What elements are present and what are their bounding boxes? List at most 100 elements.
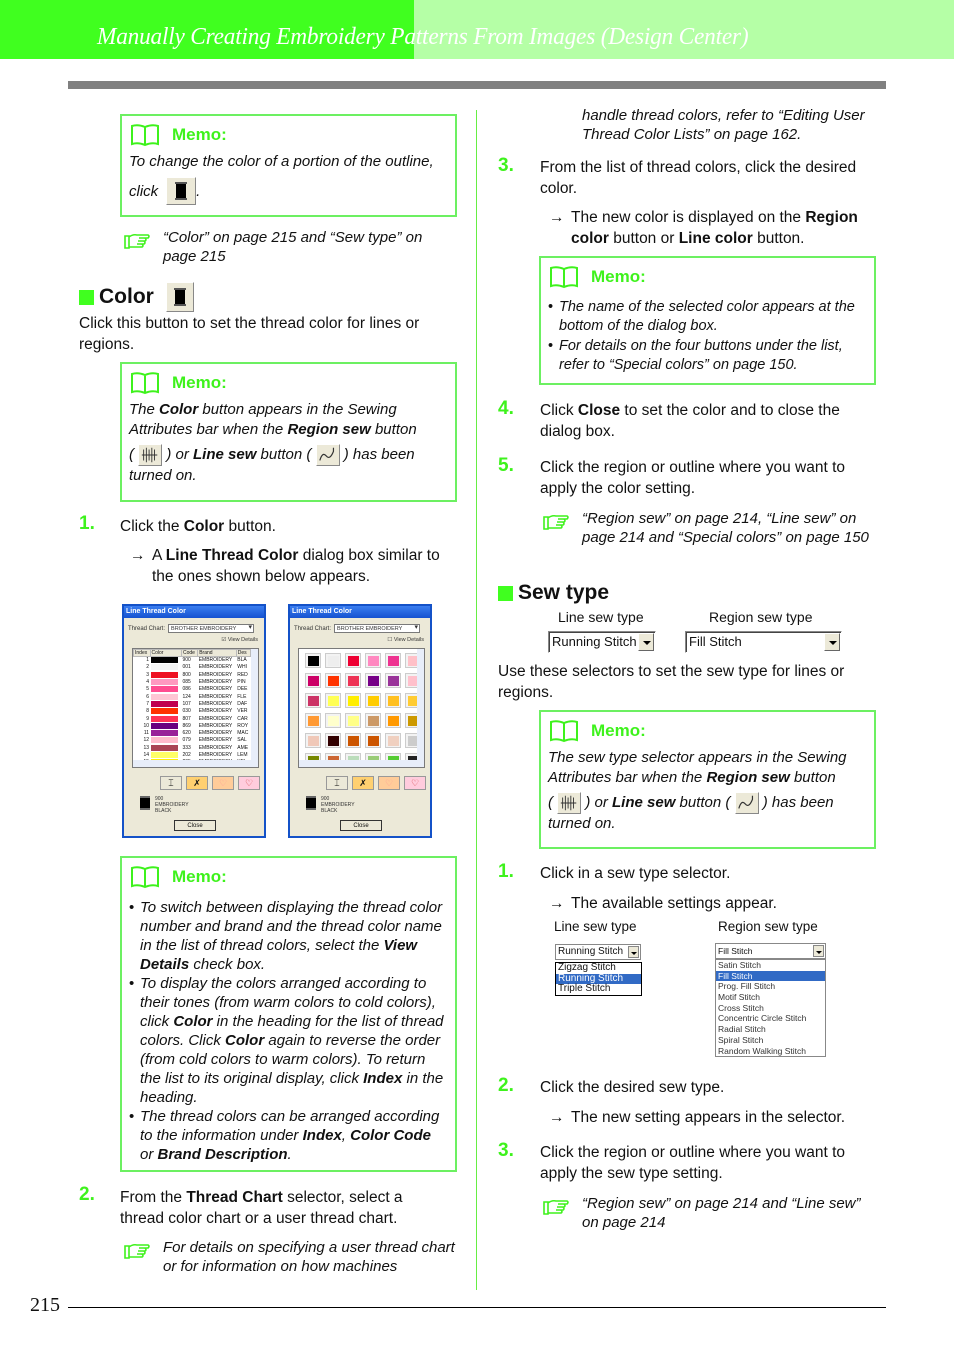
- option-item[interactable]: Concentric Circle Stitch: [716, 1013, 825, 1024]
- option-item[interactable]: Cross Stitch: [716, 1003, 825, 1014]
- view-details-checkbox[interactable]: ☐ View Details: [387, 637, 424, 643]
- region-sew-type-options[interactable]: Satin Stitch Fill Stitch Prog. Fill Stitch…: [715, 959, 826, 1058]
- special-color-button-1[interactable]: ⌶: [326, 776, 348, 790]
- color-swatch: [151, 700, 179, 707]
- column-header-brand[interactable]: Brand: [197, 649, 237, 657]
- color-swatch-cell[interactable]: [385, 653, 401, 668]
- color-swatch-cell[interactable]: [345, 673, 361, 688]
- option-item[interactable]: Fill Stitch: [716, 970, 825, 982]
- option-item[interactable]: Zigzag Stitch: [556, 962, 641, 974]
- color-swatch-cell[interactable]: [325, 713, 341, 728]
- thread-color-row[interactable]: 8 030 EMBROIDERY VER: [134, 708, 251, 715]
- thread-color-row[interactable]: 9 807 EMBROIDERY CAR: [134, 715, 251, 722]
- color-swatch-cell[interactable]: [365, 733, 381, 748]
- column-header-des[interactable]: Des: [235, 649, 252, 657]
- thread-color-row[interactable]: 6 124 EMBROIDERY FLE: [134, 693, 251, 700]
- thread-color-row[interactable]: 3 800 EMBROIDERY RED: [134, 671, 251, 678]
- option-item[interactable]: Motif Stitch: [716, 992, 825, 1003]
- line-sew-type-select[interactable]: Running Stitch: [548, 631, 656, 653]
- thread-color-row[interactable]: 13 333 EMBROIDERY AME: [134, 744, 251, 751]
- pointing-hand-icon: [543, 1199, 569, 1215]
- close-button[interactable]: Close: [174, 820, 216, 831]
- color-swatch-cell[interactable]: [365, 693, 381, 708]
- region-sew-type-select-open[interactable]: Fill Stitch: [715, 943, 826, 959]
- line-sew-type-select-open[interactable]: Running Stitch: [555, 944, 641, 960]
- spool-swatch: [387, 695, 399, 706]
- color-swatch-cell[interactable]: [365, 653, 381, 668]
- line-sew-type-label: Line sew type: [554, 919, 637, 934]
- thread-color-row[interactable]: 12 079 EMBROIDERY SAL: [134, 737, 251, 744]
- thread-color-row[interactable]: 4 085 EMBROIDERY PIN: [134, 678, 251, 686]
- color-swatch-cell[interactable]: [385, 673, 401, 688]
- color-swatch-cell[interactable]: [345, 653, 361, 668]
- thread-color-grid[interactable]: [298, 648, 425, 768]
- special-color-button-4[interactable]: ♡: [404, 776, 426, 790]
- view-details-checkbox[interactable]: ☑ View Details: [221, 637, 258, 643]
- color-swatch-cell[interactable]: [345, 713, 361, 728]
- reference-note: “Region sew” on page 214, “Line sew” on …: [543, 510, 877, 547]
- option-item[interactable]: Prog. Fill Stitch: [716, 981, 825, 992]
- color-swatch-cell[interactable]: [345, 693, 361, 708]
- line-sew-type-options[interactable]: Zigzag Stitch Running Stitch Triple Stitch: [555, 962, 642, 996]
- thread-color-row[interactable]: 2 001 EMBROIDERY WHI: [134, 664, 251, 671]
- vertical-scrollbar[interactable]: [417, 649, 424, 761]
- spool-swatch: [347, 695, 359, 706]
- option-item[interactable]: Spiral Stitch: [716, 1035, 825, 1046]
- color-swatch-cell[interactable]: [325, 733, 341, 748]
- option-item[interactable]: Radial Stitch: [716, 1024, 825, 1035]
- chapter-title: Manually Creating Embroidery Patterns Fr…: [97, 24, 749, 50]
- special-color-button-3[interactable]: ♡: [378, 776, 400, 790]
- color-swatch-cell[interactable]: [365, 673, 381, 688]
- spool-swatch: [387, 655, 399, 666]
- color-swatch-cell[interactable]: [345, 733, 361, 748]
- thread-color-row[interactable]: 5 086 EMBROIDERY DEE: [134, 686, 251, 693]
- color-swatch: [151, 715, 179, 722]
- thread-color-row[interactable]: 1 900 EMBROIDERY BLA: [134, 657, 251, 664]
- column-header-code[interactable]: Code: [180, 649, 199, 657]
- region-sew-type-label: Region sew type: [709, 609, 813, 625]
- step-number: 5.: [498, 455, 514, 476]
- special-color-button-2[interactable]: ✗: [186, 776, 208, 790]
- color-swatch-cell[interactable]: [325, 653, 341, 668]
- thread-color-list[interactable]: Index Color Code Brand Des 1 900 EMBROIDERY BLA…: [132, 648, 259, 768]
- thread-color-row[interactable]: 7 107 EMBROIDERY DAF: [134, 700, 251, 707]
- color-swatch-cell[interactable]: [305, 713, 321, 728]
- sew-step-2-text: Click the desired sew type.: [540, 1079, 725, 1096]
- spool-swatch: [347, 715, 359, 726]
- thread-chart-select[interactable]: BROTHER EMBROIDERY: [168, 624, 255, 633]
- memo-bullet: To display the colors arranged according…: [129, 974, 447, 1107]
- column-header-index[interactable]: Index: [133, 649, 151, 657]
- color-swatch-cell[interactable]: [305, 733, 321, 748]
- header-rule: [68, 81, 886, 89]
- thread-color-row[interactable]: 10 869 EMBROIDERY ROY: [134, 722, 251, 729]
- color-swatch-cell[interactable]: [305, 693, 321, 708]
- thread-color-row[interactable]: 11 620 EMBROIDERY MAC: [134, 729, 251, 737]
- vertical-scrollbar[interactable]: [251, 649, 258, 761]
- color-swatch-cell[interactable]: [305, 673, 321, 688]
- option-item[interactable]: Random Walking Stitch: [716, 1046, 825, 1057]
- column-header-color[interactable]: Color: [149, 649, 182, 657]
- thread-chart-select[interactable]: BROTHER EMBROIDERY: [334, 624, 421, 633]
- color-swatch-cell[interactable]: [385, 713, 401, 728]
- selected-spool-icon: [306, 796, 316, 810]
- color-swatch-cell[interactable]: [325, 673, 341, 688]
- horizontal-scrollbar[interactable]: [299, 760, 424, 767]
- color-swatch-cell[interactable]: [385, 693, 401, 708]
- thread-color-row[interactable]: 14 202 EMBROIDERY LEM: [134, 751, 251, 758]
- spool-swatch: [307, 715, 319, 726]
- region-sew-type-select[interactable]: Fill Stitch: [685, 631, 842, 653]
- special-color-button-2[interactable]: ✗: [352, 776, 374, 790]
- option-item[interactable]: Triple Stitch: [556, 983, 641, 995]
- color-swatch-cell[interactable]: [325, 693, 341, 708]
- special-color-button-4[interactable]: ♡: [238, 776, 260, 790]
- step-1-text: Click the Color button.: [120, 518, 276, 535]
- special-color-button-3[interactable]: ♡: [212, 776, 234, 790]
- horizontal-scrollbar[interactable]: [133, 760, 258, 767]
- color-swatch-cell[interactable]: [305, 653, 321, 668]
- special-color-button-1[interactable]: ⌶: [160, 776, 182, 790]
- memo-bullet: The name of the selected color appears a…: [548, 298, 866, 336]
- color-swatch-cell[interactable]: [385, 733, 401, 748]
- option-item[interactable]: Satin Stitch: [716, 960, 825, 971]
- color-swatch-cell[interactable]: [365, 713, 381, 728]
- close-button[interactable]: Close: [340, 820, 382, 831]
